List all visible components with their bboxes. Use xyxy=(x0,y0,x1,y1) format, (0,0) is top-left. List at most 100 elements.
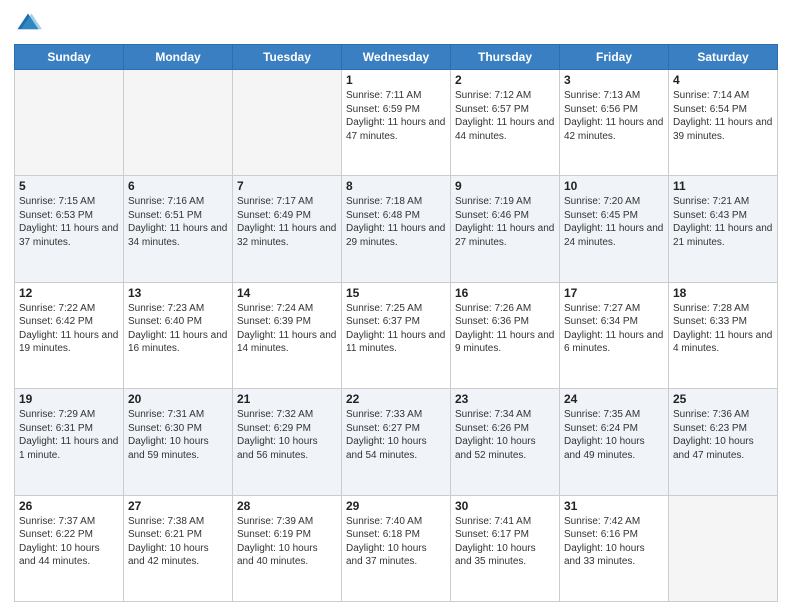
calendar-day-cell: 5 Sunrise: 7:15 AM Sunset: 6:53 PM Daylig… xyxy=(15,176,124,282)
day-info: Sunrise: 7:11 AM Sunset: 6:59 PM Dayligh… xyxy=(346,89,446,143)
page: SundayMondayTuesdayWednesdayThursdayFrid… xyxy=(0,0,792,612)
day-info: Sunrise: 7:15 AM Sunset: 6:53 PM Dayligh… xyxy=(19,195,119,249)
day-number: 26 xyxy=(19,499,119,513)
calendar-day-header: Thursday xyxy=(451,45,560,70)
day-info: Sunrise: 7:26 AM Sunset: 6:36 PM Dayligh… xyxy=(455,302,555,356)
day-info: Sunrise: 7:17 AM Sunset: 6:49 PM Dayligh… xyxy=(237,195,337,249)
day-info: Sunrise: 7:16 AM Sunset: 6:51 PM Dayligh… xyxy=(128,195,228,249)
day-info: Sunrise: 7:35 AM Sunset: 6:24 PM Dayligh… xyxy=(564,408,664,462)
logo xyxy=(14,10,46,38)
day-number: 21 xyxy=(237,392,337,406)
day-info: Sunrise: 7:18 AM Sunset: 6:48 PM Dayligh… xyxy=(346,195,446,249)
calendar-day-cell: 16 Sunrise: 7:26 AM Sunset: 6:36 PM Dayli… xyxy=(451,282,560,388)
day-number: 22 xyxy=(346,392,446,406)
day-info: Sunrise: 7:28 AM Sunset: 6:33 PM Dayligh… xyxy=(673,302,773,356)
calendar-day-cell: 28Sunrise: 7:39 AM Sunset: 6:19 PM Dayli… xyxy=(233,495,342,601)
day-info: Sunrise: 7:33 AM Sunset: 6:27 PM Dayligh… xyxy=(346,408,446,462)
day-number: 10 xyxy=(564,179,664,193)
calendar-header-row: SundayMondayTuesdayWednesdayThursdayFrid… xyxy=(15,45,778,70)
day-info: Sunrise: 7:24 AM Sunset: 6:39 PM Dayligh… xyxy=(237,302,337,356)
day-info: Sunrise: 7:31 AM Sunset: 6:30 PM Dayligh… xyxy=(128,408,228,462)
calendar-day-cell: 9 Sunrise: 7:19 AM Sunset: 6:46 PM Daylig… xyxy=(451,176,560,282)
calendar-day-header: Saturday xyxy=(669,45,778,70)
calendar-day-cell xyxy=(669,495,778,601)
day-number: 28 xyxy=(237,499,337,513)
calendar-day-cell: 3Sunrise: 7:13 AM Sunset: 6:56 PM Daylig… xyxy=(560,70,669,176)
day-info: Sunrise: 7:32 AM Sunset: 6:29 PM Dayligh… xyxy=(237,408,337,462)
calendar-day-cell: 22 Sunrise: 7:33 AM Sunset: 6:27 PM Dayli… xyxy=(342,389,451,495)
day-number: 14 xyxy=(237,286,337,300)
calendar-day-cell: 21 Sunrise: 7:32 AM Sunset: 6:29 PM Dayli… xyxy=(233,389,342,495)
day-info: Sunrise: 7:37 AM Sunset: 6:22 PM Dayligh… xyxy=(19,515,119,569)
day-info: Sunrise: 7:19 AM Sunset: 6:46 PM Dayligh… xyxy=(455,195,555,249)
calendar-day-cell: 20Sunrise: 7:31 AM Sunset: 6:30 PM Dayli… xyxy=(124,389,233,495)
calendar-week-row: 1 Sunrise: 7:11 AM Sunset: 6:59 PM Daylig… xyxy=(15,70,778,176)
calendar-day-cell: 13 Sunrise: 7:23 AM Sunset: 6:40 PM Dayli… xyxy=(124,282,233,388)
day-number: 16 xyxy=(455,286,555,300)
calendar-day-cell: 8 Sunrise: 7:18 AM Sunset: 6:48 PM Daylig… xyxy=(342,176,451,282)
day-number: 11 xyxy=(673,179,773,193)
day-number: 3 xyxy=(564,73,664,87)
day-number: 12 xyxy=(19,286,119,300)
day-info: Sunrise: 7:34 AM Sunset: 6:26 PM Dayligh… xyxy=(455,408,555,462)
calendar-table: SundayMondayTuesdayWednesdayThursdayFrid… xyxy=(14,44,778,602)
day-info: Sunrise: 7:40 AM Sunset: 6:18 PM Dayligh… xyxy=(346,515,446,569)
day-number: 27 xyxy=(128,499,228,513)
day-number: 15 xyxy=(346,286,446,300)
calendar-week-row: 5 Sunrise: 7:15 AM Sunset: 6:53 PM Daylig… xyxy=(15,176,778,282)
day-number: 8 xyxy=(346,179,446,193)
calendar-day-cell: 14 Sunrise: 7:24 AM Sunset: 6:39 PM Dayli… xyxy=(233,282,342,388)
calendar-day-cell: 19 Sunrise: 7:29 AM Sunset: 6:31 PM Dayli… xyxy=(15,389,124,495)
calendar-day-cell: 30 Sunrise: 7:41 AM Sunset: 6:17 PM Dayli… xyxy=(451,495,560,601)
calendar-week-row: 26 Sunrise: 7:37 AM Sunset: 6:22 PM Dayli… xyxy=(15,495,778,601)
day-number: 29 xyxy=(346,499,446,513)
calendar-day-cell: 31 Sunrise: 7:42 AM Sunset: 6:16 PM Dayli… xyxy=(560,495,669,601)
day-number: 25 xyxy=(673,392,773,406)
calendar-day-cell: 6Sunrise: 7:16 AM Sunset: 6:51 PM Daylig… xyxy=(124,176,233,282)
day-number: 19 xyxy=(19,392,119,406)
day-number: 31 xyxy=(564,499,664,513)
day-number: 7 xyxy=(237,179,337,193)
day-number: 13 xyxy=(128,286,228,300)
header xyxy=(14,10,778,38)
day-info: Sunrise: 7:41 AM Sunset: 6:17 PM Dayligh… xyxy=(455,515,555,569)
calendar-day-cell: 4Sunrise: 7:14 AM Sunset: 6:54 PM Daylig… xyxy=(669,70,778,176)
calendar-day-cell: 18 Sunrise: 7:28 AM Sunset: 6:33 PM Dayli… xyxy=(669,282,778,388)
calendar-day-cell: 27Sunrise: 7:38 AM Sunset: 6:21 PM Dayli… xyxy=(124,495,233,601)
day-info: Sunrise: 7:12 AM Sunset: 6:57 PM Dayligh… xyxy=(455,89,555,143)
day-info: Sunrise: 7:23 AM Sunset: 6:40 PM Dayligh… xyxy=(128,302,228,356)
calendar-day-cell: 15 Sunrise: 7:25 AM Sunset: 6:37 PM Dayli… xyxy=(342,282,451,388)
calendar-day-cell: 29 Sunrise: 7:40 AM Sunset: 6:18 PM Dayli… xyxy=(342,495,451,601)
day-number: 23 xyxy=(455,392,555,406)
day-info: Sunrise: 7:21 AM Sunset: 6:43 PM Dayligh… xyxy=(673,195,773,249)
calendar-week-row: 12 Sunrise: 7:22 AM Sunset: 6:42 PM Dayli… xyxy=(15,282,778,388)
day-info: Sunrise: 7:27 AM Sunset: 6:34 PM Dayligh… xyxy=(564,302,664,356)
day-info: Sunrise: 7:29 AM Sunset: 6:31 PM Dayligh… xyxy=(19,408,119,462)
calendar-day-cell: 2 Sunrise: 7:12 AM Sunset: 6:57 PM Daylig… xyxy=(451,70,560,176)
calendar-day-header: Sunday xyxy=(15,45,124,70)
day-info: Sunrise: 7:25 AM Sunset: 6:37 PM Dayligh… xyxy=(346,302,446,356)
day-number: 9 xyxy=(455,179,555,193)
day-info: Sunrise: 7:14 AM Sunset: 6:54 PM Dayligh… xyxy=(673,89,773,143)
day-info: Sunrise: 7:42 AM Sunset: 6:16 PM Dayligh… xyxy=(564,515,664,569)
calendar-day-cell xyxy=(233,70,342,176)
day-number: 2 xyxy=(455,73,555,87)
day-number: 18 xyxy=(673,286,773,300)
day-info: Sunrise: 7:36 AM Sunset: 6:23 PM Dayligh… xyxy=(673,408,773,462)
day-info: Sunrise: 7:20 AM Sunset: 6:45 PM Dayligh… xyxy=(564,195,664,249)
day-number: 30 xyxy=(455,499,555,513)
day-number: 1 xyxy=(346,73,446,87)
calendar-day-header: Friday xyxy=(560,45,669,70)
day-info: Sunrise: 7:22 AM Sunset: 6:42 PM Dayligh… xyxy=(19,302,119,356)
day-number: 5 xyxy=(19,179,119,193)
calendar-day-cell: 7 Sunrise: 7:17 AM Sunset: 6:49 PM Daylig… xyxy=(233,176,342,282)
calendar-day-cell: 17 Sunrise: 7:27 AM Sunset: 6:34 PM Dayli… xyxy=(560,282,669,388)
calendar-day-header: Wednesday xyxy=(342,45,451,70)
day-number: 17 xyxy=(564,286,664,300)
calendar-day-cell: 26 Sunrise: 7:37 AM Sunset: 6:22 PM Dayli… xyxy=(15,495,124,601)
calendar-day-cell: 11 Sunrise: 7:21 AM Sunset: 6:43 PM Dayli… xyxy=(669,176,778,282)
calendar-day-cell: 1 Sunrise: 7:11 AM Sunset: 6:59 PM Daylig… xyxy=(342,70,451,176)
logo-icon xyxy=(14,10,42,38)
calendar-day-cell xyxy=(15,70,124,176)
calendar-day-cell: 10 Sunrise: 7:20 AM Sunset: 6:45 PM Dayli… xyxy=(560,176,669,282)
